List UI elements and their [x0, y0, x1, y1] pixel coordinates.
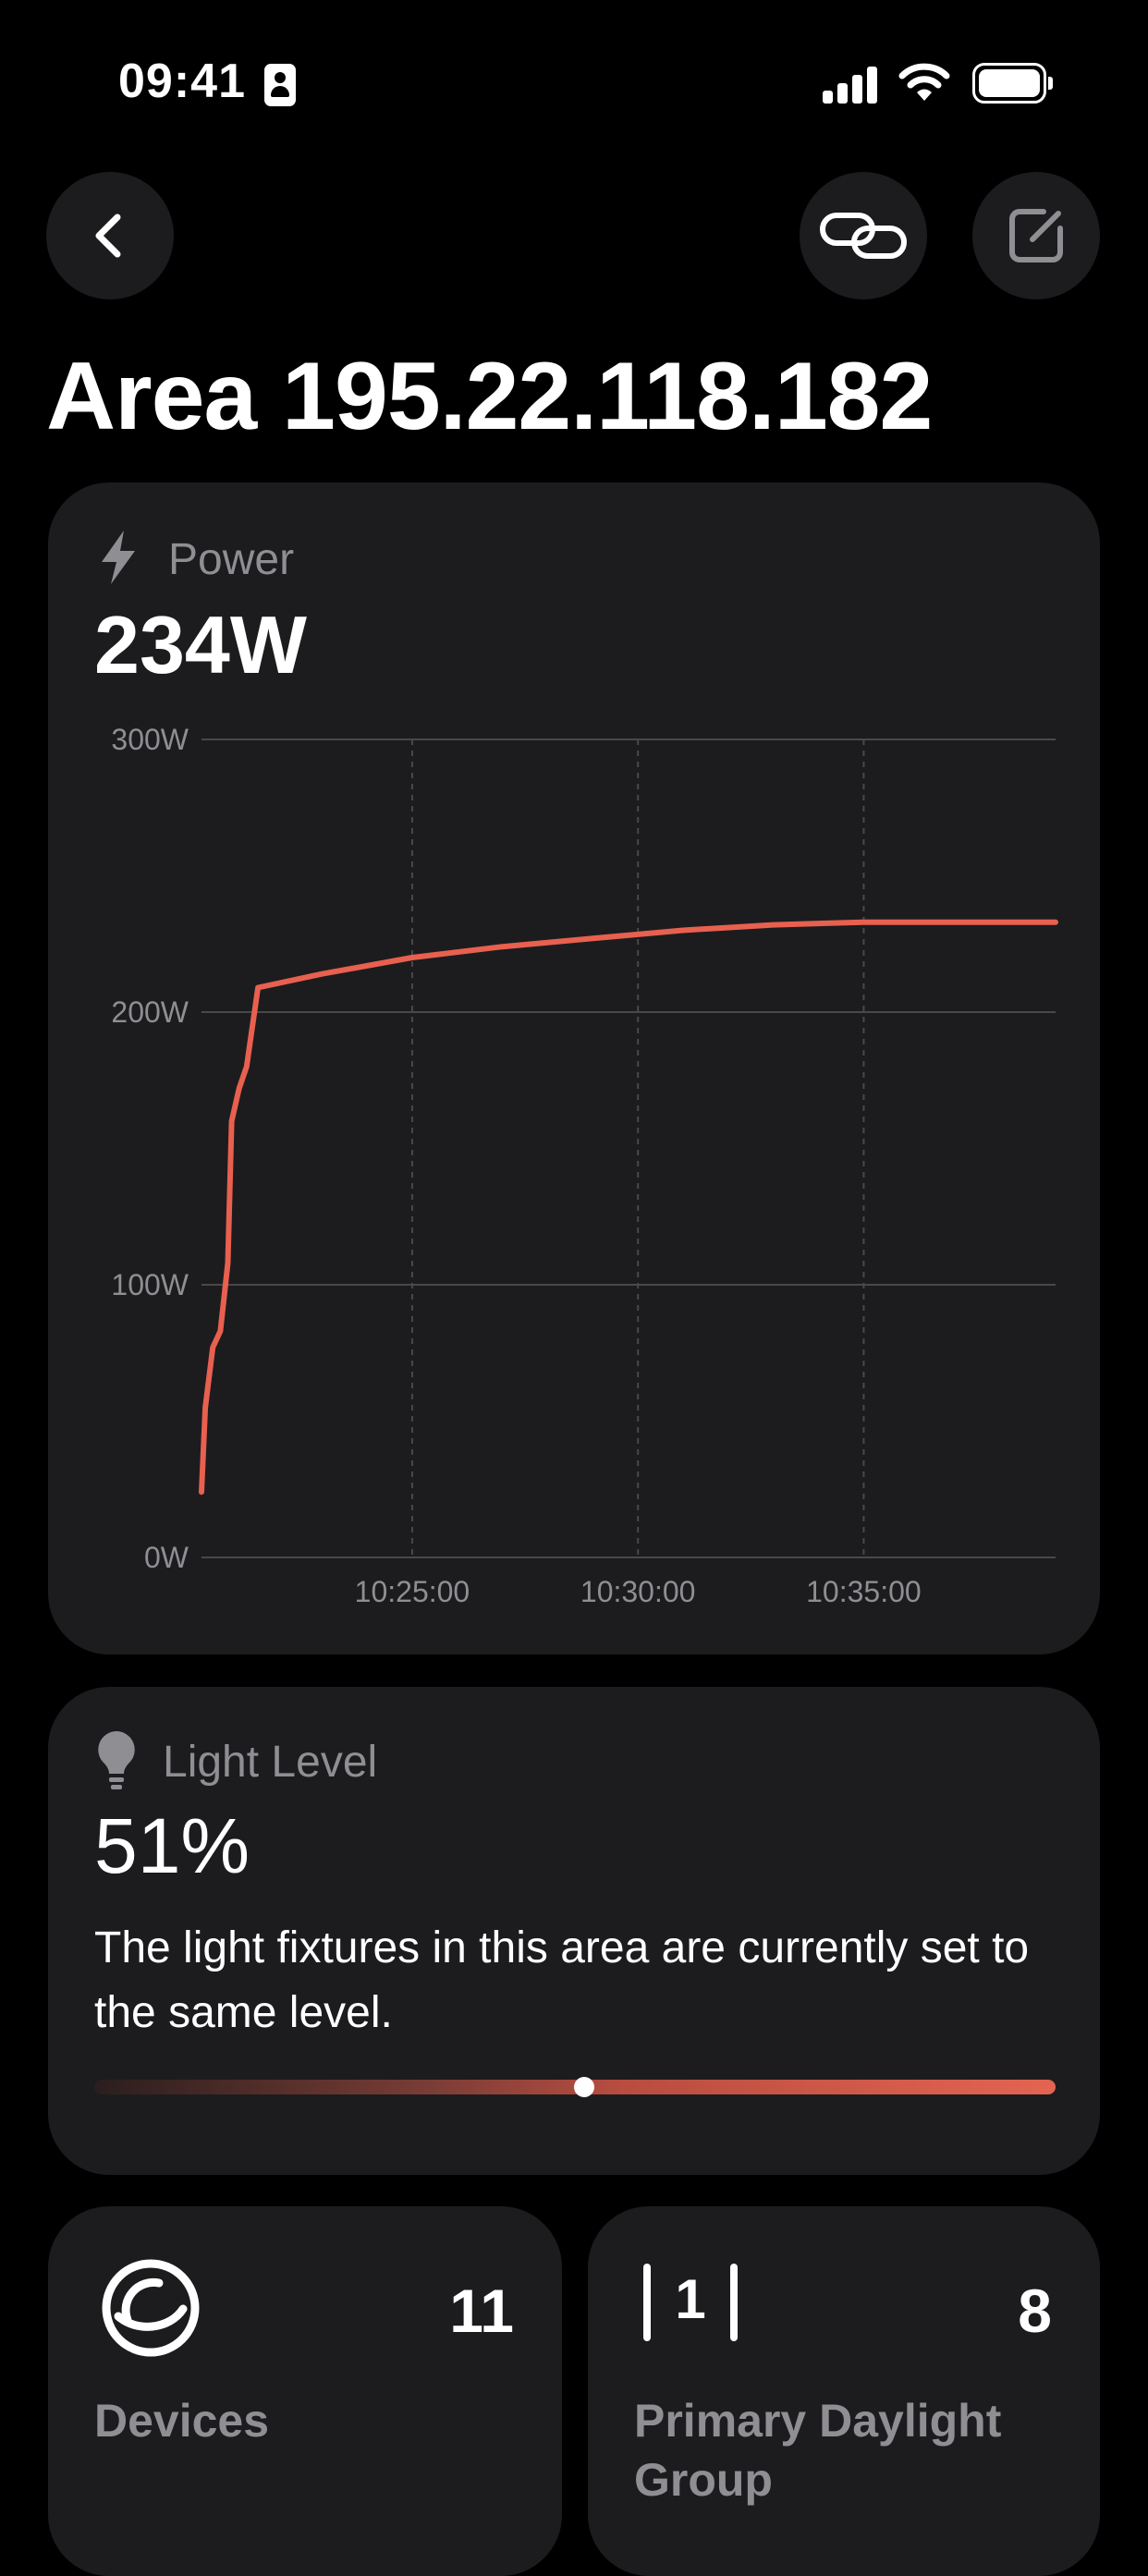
- power-card[interactable]: Power 234W 300W 200W 100W 0W 10:25:00 10:30:0…: [48, 482, 1100, 1654]
- status-time: 09:41: [118, 55, 246, 108]
- x-tick-label: 10:30:00: [580, 1575, 696, 1608]
- chevron-left-icon: [95, 214, 121, 258]
- status-bar: 09:41: [0, 0, 1148, 166]
- slider-thumb[interactable]: [574, 2077, 595, 2097]
- light-level-slider[interactable]: [94, 2077, 1056, 2097]
- compose-icon: [1009, 209, 1063, 262]
- y-tick-label: 0W: [144, 1541, 189, 1574]
- daylight-group-count: 8: [1018, 2277, 1052, 2345]
- page-title: Area 195.22.118.182: [46, 343, 933, 450]
- lightbulb-icon: [98, 1731, 135, 1789]
- power-chart: 300W 200W 100W 0W 10:25:00 10:30:00 10:35:00: [111, 723, 1058, 1608]
- power-series-line: [199, 919, 1058, 1496]
- daylight-group-tile[interactable]: 1 8 Primary Daylight Group: [588, 2206, 1100, 2576]
- y-tick-label: 100W: [111, 1268, 189, 1301]
- devices-count: 11: [449, 2277, 514, 2345]
- y-tick-label: 300W: [111, 723, 189, 756]
- wifi-icon: [898, 63, 950, 101]
- link-button[interactable]: [800, 172, 927, 299]
- back-button[interactable]: [46, 172, 174, 299]
- edit-button[interactable]: [972, 172, 1100, 299]
- contact-card-icon: [264, 64, 296, 106]
- group-number: 1: [675, 2268, 706, 2330]
- group-number-icon: 1: [643, 2264, 738, 2341]
- devices-tile[interactable]: 11 Devices: [48, 2206, 562, 2576]
- x-tick-label: 10:25:00: [355, 1575, 470, 1608]
- light-level-card[interactable]: Light Level 51% The light fixtures in th…: [48, 1687, 1100, 2175]
- devices-icon: [102, 2259, 200, 2357]
- daylight-group-label: Primary Daylight Group: [634, 2395, 1002, 2506]
- y-tick-label: 200W: [111, 995, 189, 1029]
- devices-label: Devices: [94, 2395, 270, 2447]
- light-level-label: Light Level: [163, 1738, 378, 1787]
- x-tick-label: 10:35:00: [806, 1575, 922, 1608]
- light-level-description: The light fixtures in this area are curr…: [94, 1923, 1030, 2037]
- battery-icon: [972, 63, 1053, 104]
- light-level-value: 51%: [94, 1802, 250, 1889]
- link-icon: [820, 213, 907, 259]
- cellular-signal-icon: [823, 65, 878, 104]
